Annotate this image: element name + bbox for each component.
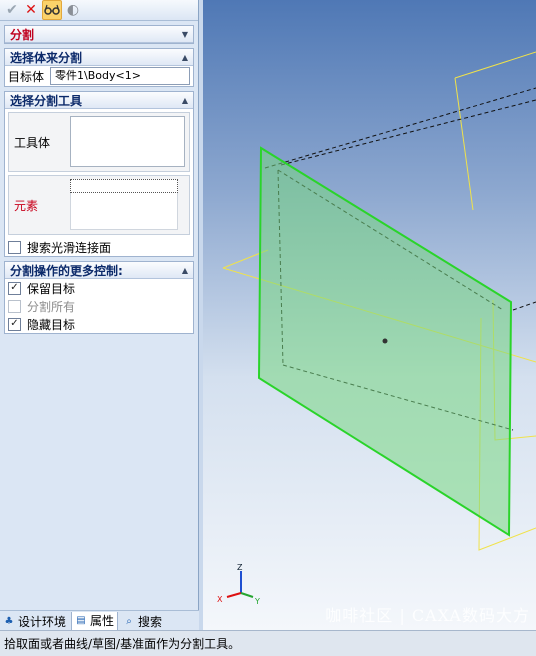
panel-title-section: 分割 ▼ bbox=[4, 25, 194, 44]
split-all-label: 分割所有 bbox=[27, 299, 76, 314]
axis-y-label: Y bbox=[254, 597, 260, 606]
element-list-wrap bbox=[70, 176, 189, 234]
target-body-field[interactable]: 零件1\Body<1> bbox=[50, 67, 190, 85]
split-all-checkbox: 分割所有 bbox=[5, 297, 193, 315]
panel-title: 分割 bbox=[10, 27, 35, 42]
properties-icon: ▤ bbox=[76, 615, 86, 626]
chevron-up-icon[interactable]: ▲ bbox=[182, 266, 188, 275]
element-list[interactable] bbox=[70, 193, 178, 230]
keep-target-label: 保留目标 bbox=[27, 281, 76, 296]
watermark: 咖啡社区 | CAXA数码大方 bbox=[325, 606, 530, 625]
checkbox-disabled bbox=[8, 299, 21, 313]
more-controls-section: 分割操作的更多控制: ▲ ✓ 保留目标 分割所有 ✓ 隐藏目标 bbox=[4, 261, 194, 334]
3d-viewport[interactable]: Z X Y 咖啡社区 | CAXA数码大方 bbox=[203, 0, 536, 630]
tree-icon: ♣ bbox=[4, 615, 14, 627]
hide-target-checkbox[interactable]: ✓ 隐藏目标 bbox=[5, 315, 193, 333]
checkbox-checked[interactable]: ✓ bbox=[8, 281, 21, 295]
help-disc-icon[interactable]: ◐ bbox=[65, 2, 81, 18]
element-box: 元素 bbox=[8, 175, 190, 235]
smooth-faces-label: 搜索光滑连接面 bbox=[27, 240, 112, 255]
tool-body-list[interactable] bbox=[70, 116, 185, 167]
chevron-down-icon[interactable]: ▼ bbox=[182, 30, 188, 39]
more-controls-title: 分割操作的更多控制: bbox=[10, 263, 123, 278]
search-icon: ⌕ bbox=[126, 615, 132, 627]
status-text: 拾取面或者曲线/草图/基准面作为分割工具。 bbox=[4, 637, 241, 651]
hide-target-label: 隐藏目标 bbox=[27, 317, 76, 332]
face-center-point bbox=[382, 338, 388, 344]
select-body-section: 选择体来分割 ▲ 目标体 零件1\Body<1> bbox=[4, 48, 194, 87]
panel-toolbar: ✔ ✕ ◐ bbox=[0, 0, 198, 21]
axis-triad: Z X Y bbox=[211, 561, 261, 608]
select-body-header[interactable]: 选择体来分割 ▲ bbox=[5, 49, 193, 66]
select-tool-title: 选择分割工具 bbox=[10, 93, 83, 108]
cancel-x-icon[interactable]: ✕ bbox=[23, 2, 39, 18]
element-label: 元素 bbox=[14, 198, 39, 213]
status-bar: 拾取面或者曲线/草图/基准面作为分割工具。 bbox=[0, 630, 536, 656]
select-body-title: 选择体来分割 bbox=[10, 50, 83, 65]
panel-title-header[interactable]: 分割 ▼ bbox=[5, 26, 193, 43]
select-tool-section: 选择分割工具 ▲ 工具体 元素 搜索光滑连接面 bbox=[4, 91, 194, 257]
tab-properties[interactable]: ▤ 属性 bbox=[71, 611, 119, 631]
more-controls-header[interactable]: 分割操作的更多控制: ▲ bbox=[5, 262, 193, 279]
keep-target-checkbox[interactable]: ✓ 保留目标 bbox=[5, 279, 193, 297]
property-panel: ✔ ✕ ◐ 分割 ▼ 选择体来分割 ▲ 目标体 零件1\Body<1> 选择分割… bbox=[0, 0, 199, 610]
target-body-label: 目标体 bbox=[8, 69, 45, 84]
tab-design-env-label: 设计环境 bbox=[18, 614, 67, 629]
axis-x-label: X bbox=[217, 595, 223, 604]
tab-search[interactable]: ⌕ 搜索 bbox=[120, 612, 165, 630]
panel-tabs: ♣ 设计环境 ▤ 属性 ⌕ 搜索 bbox=[0, 610, 199, 631]
tab-design-env[interactable]: ♣ 设计环境 bbox=[0, 612, 69, 630]
axis-z-label: Z bbox=[237, 563, 243, 572]
smooth-faces-checkbox[interactable]: 搜索光滑连接面 bbox=[5, 238, 193, 256]
tool-body-box: 工具体 bbox=[8, 112, 190, 172]
tool-body-label: 工具体 bbox=[14, 135, 51, 150]
model-canvas bbox=[222, 51, 536, 551]
chevron-up-icon[interactable]: ▲ bbox=[182, 53, 188, 62]
chevron-up-icon[interactable]: ▲ bbox=[182, 96, 188, 105]
preview-glasses-icon[interactable] bbox=[42, 0, 62, 20]
tab-properties-label: 属性 bbox=[90, 614, 115, 628]
tab-search-label: 搜索 bbox=[138, 614, 163, 629]
element-list-selected[interactable] bbox=[70, 179, 178, 193]
checkbox-checked[interactable]: ✓ bbox=[8, 317, 21, 331]
target-body-row: 目标体 零件1\Body<1> bbox=[5, 66, 193, 86]
select-tool-header[interactable]: 选择分割工具 ▲ bbox=[5, 92, 193, 109]
check-icon[interactable]: ✔ bbox=[4, 2, 20, 18]
checkbox-unchecked[interactable] bbox=[8, 240, 21, 254]
